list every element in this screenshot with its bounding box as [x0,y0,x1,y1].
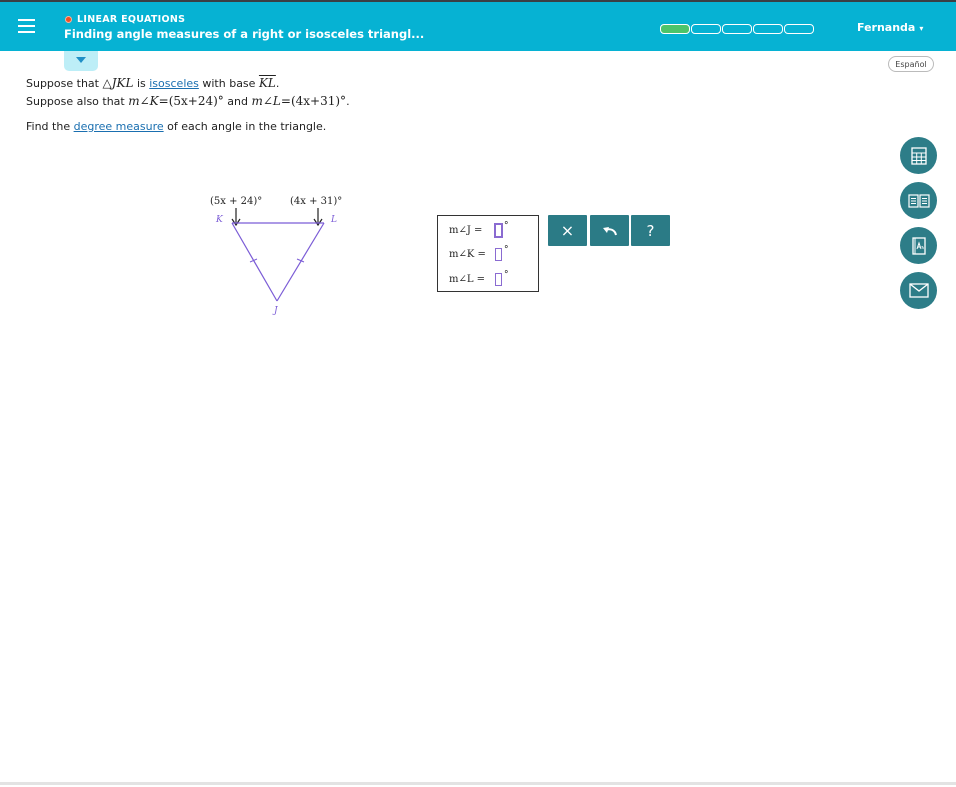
question-icon: ? [646,221,655,240]
isosceles-link[interactable]: isosceles [149,77,199,90]
mail-icon [908,283,929,298]
dictionary-icon [911,236,926,255]
answer-label: m∠K = [449,248,486,260]
problem-text: . [346,95,350,108]
vertex-k-label: K [215,215,224,225]
menu-icon[interactable] [18,19,35,33]
answer-row-j: m∠J = ° [449,221,509,238]
topic-label: LINEAR EQUATIONS [65,14,185,25]
base-segment: KL [258,76,276,90]
answer-row-k: m∠K = ° [449,245,509,262]
answer-panel: m∠J = ° m∠K = ° m∠L = ° [437,215,539,292]
chevron-down-icon: ▾ [919,24,924,33]
side-kj [231,222,278,302]
calculator-button[interactable] [900,137,937,174]
triangle-name: JKL [111,76,134,90]
topic-text: LINEAR EQUATIONS [77,14,186,25]
triangle-figure: (5x + 24)° (4x + 31)° K L J [210,196,342,316]
angle-j-input[interactable] [495,223,502,237]
page-title: Finding angle measures of a right or iso… [64,27,425,41]
header-expand-button[interactable] [64,51,98,71]
problem-text: Suppose also that [26,95,129,108]
undo-icon [602,226,617,235]
angle-l-label: (4x + 31)° [290,196,342,207]
angle-k-expression: =(5x+24)° [158,94,224,108]
bottom-divider [0,782,956,785]
problem-text: and [223,95,252,108]
clear-button[interactable]: × [548,215,587,246]
progress-segment [660,24,690,34]
help-button[interactable]: ? [631,215,670,246]
problem-line-3: Find the degree measure of each angle in… [26,120,326,133]
angle-l-measure: m∠L [251,94,281,108]
message-button[interactable] [900,272,937,309]
side-lj [276,222,325,302]
dictionary-button[interactable] [900,227,937,264]
triangle-symbol: △ [102,76,112,90]
header-bar: LINEAR EQUATIONS Finding angle measures … [0,2,956,51]
problem-line-1: Suppose that △JKL is isosceles with base… [26,76,279,90]
progress-segment [753,24,783,34]
topic-status-icon [65,16,72,23]
problem-text: Suppose that [26,77,103,90]
progress-segment [691,24,721,34]
undo-button[interactable] [590,215,629,246]
close-icon: × [560,221,575,240]
textbook-button[interactable] [900,182,937,219]
calculator-icon [910,146,927,165]
angle-l-input[interactable] [495,272,502,286]
vertex-j-label: J [272,306,279,316]
degree-measure-link[interactable]: degree measure [74,120,164,133]
degree-symbol: ° [504,221,509,231]
user-name: Fernanda [857,21,916,34]
progress-segment [784,24,814,34]
user-menu[interactable]: Fernanda ▾ [857,21,923,34]
degree-symbol: ° [504,270,509,280]
answer-label: m∠J = [449,224,483,236]
problem-text: with base [198,77,259,90]
answer-label: m∠L = [449,273,486,285]
problem-text: Find the [26,120,74,133]
angle-k-label: (5x + 24)° [210,196,262,207]
triangle-down-icon [76,57,86,63]
progress-segment [722,24,752,34]
answer-row-l: m∠L = ° [449,270,509,287]
vertex-l-label: L [330,215,337,225]
problem-line-2: Suppose also that m∠K=(5x+24)° and m∠L=(… [26,94,350,108]
problem-text: . [275,77,280,90]
angle-k-input[interactable] [495,247,502,261]
degree-symbol: ° [504,245,509,255]
progress-bar [660,24,814,34]
textbook-icon [907,193,930,208]
angle-l-expression: =(4x+31)° [280,94,347,108]
problem-text: is [133,77,150,90]
angle-k-measure: m∠K [128,94,159,108]
problem-text: of each angle in the triangle. [163,120,327,133]
language-toggle-button[interactable]: Español [888,56,934,72]
